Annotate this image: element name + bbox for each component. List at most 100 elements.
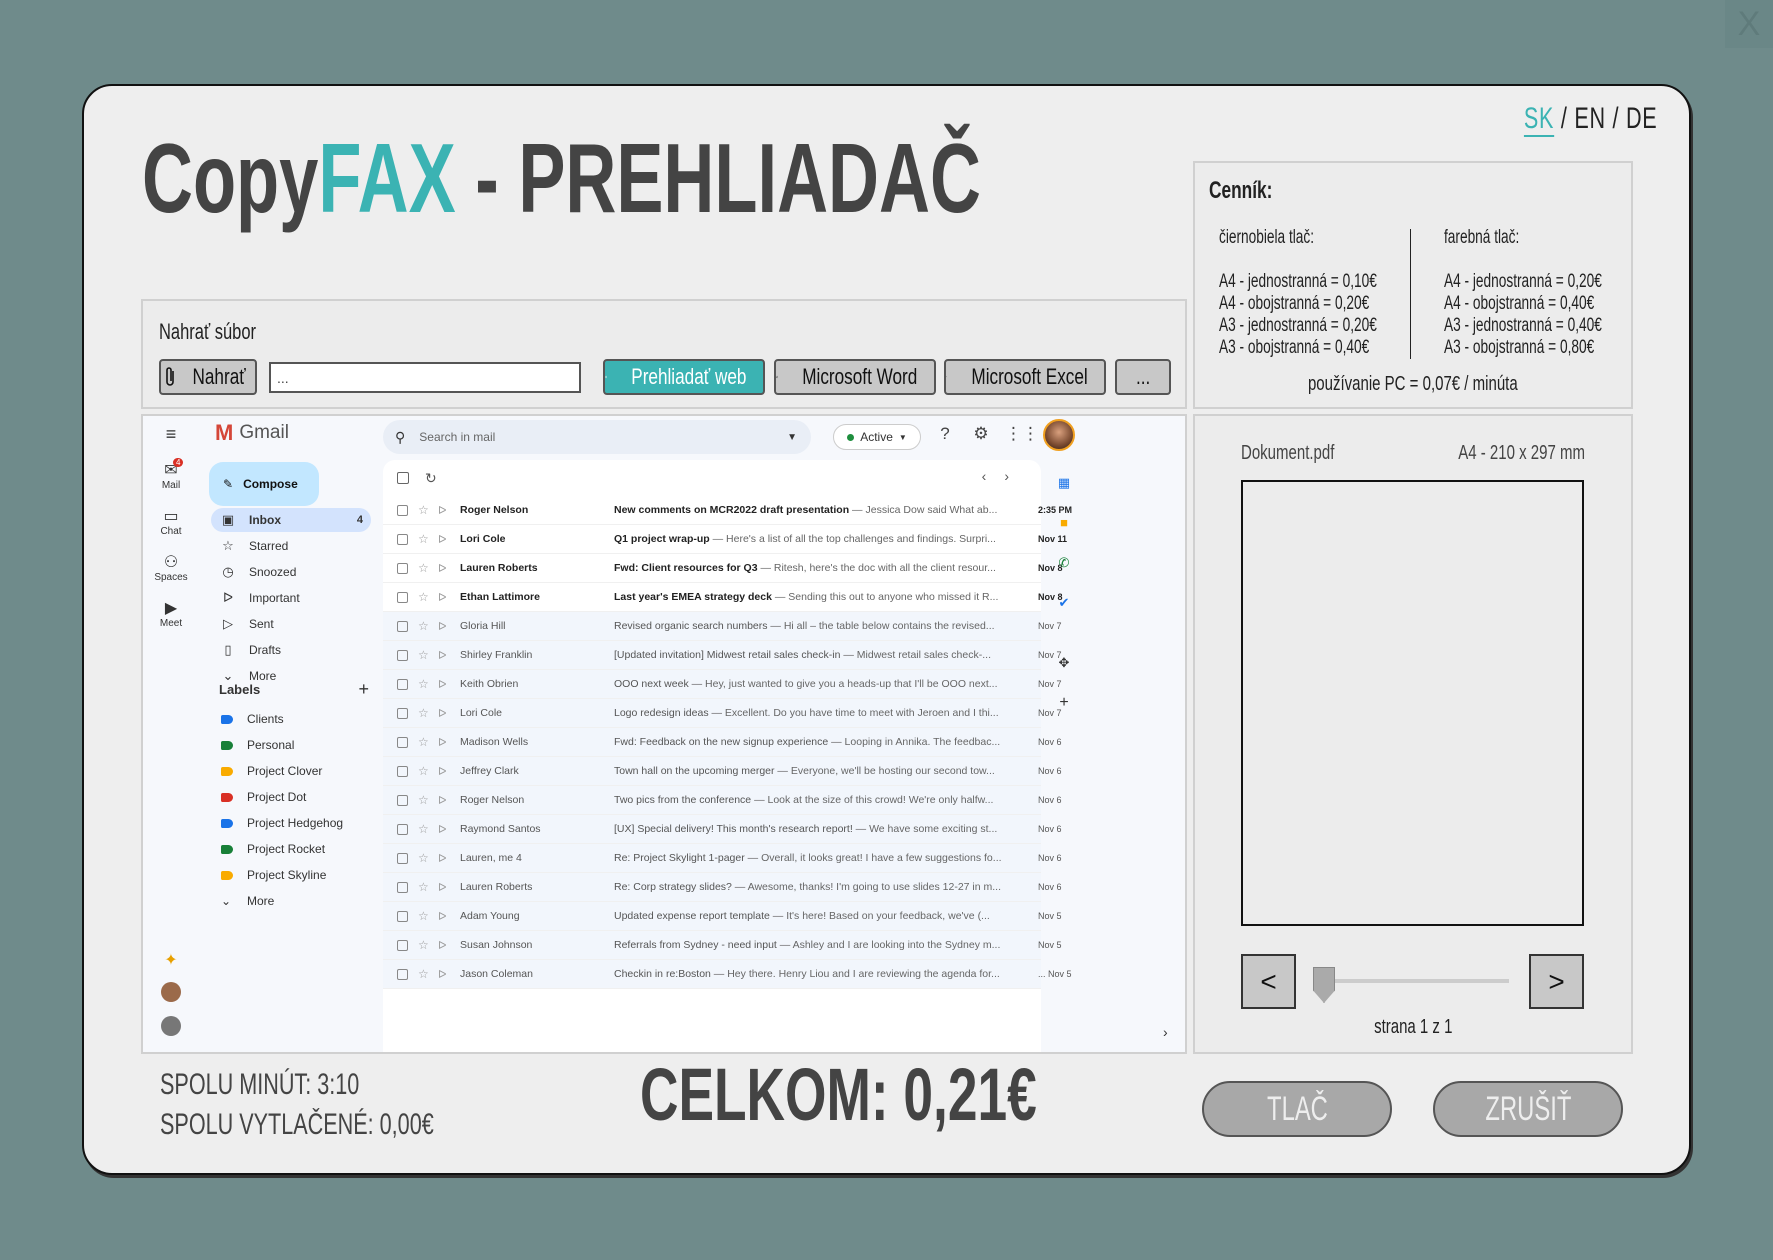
add-label-icon[interactable]: + — [358, 679, 369, 700]
star-icon[interactable]: ☆ — [418, 619, 432, 633]
browse-web-button[interactable]: Prehliadať web — [603, 359, 765, 395]
search-bar[interactable]: ⚲ Search in mail ▼ — [383, 420, 811, 454]
label-item[interactable]: Project Clover — [211, 760, 371, 782]
row-checkbox[interactable] — [397, 736, 408, 748]
email-row[interactable]: ☆ ᐅ Lori Cole Logo redesign ideas — Excelle… — [383, 699, 1062, 728]
select-all-checkbox[interactable] — [397, 472, 409, 484]
star-icon[interactable]: ☆ — [418, 851, 432, 865]
refresh-icon[interactable]: ↻ — [425, 470, 437, 487]
row-checkbox[interactable] — [397, 620, 408, 632]
addons-icon[interactable]: ✥ — [1055, 654, 1073, 672]
important-icon[interactable]: ᐅ — [438, 881, 452, 894]
keep-icon[interactable]: ■ — [1055, 514, 1073, 532]
gear-icon[interactable]: ⚙ — [969, 424, 993, 444]
sidebar-item-inbox[interactable]: ▣ Inbox 4 — [211, 508, 371, 532]
row-checkbox[interactable] — [397, 504, 408, 516]
important-icon[interactable]: ᐅ — [438, 620, 452, 633]
star-icon[interactable]: ☆ — [418, 648, 432, 662]
add-addon-icon[interactable]: + — [1055, 694, 1073, 712]
label-item[interactable]: Project Dot — [211, 786, 371, 808]
important-icon[interactable]: ᐅ — [438, 765, 452, 778]
important-icon[interactable]: ᐅ — [438, 707, 452, 720]
important-icon[interactable]: ᐅ — [438, 823, 452, 836]
hamburger-menu-icon[interactable]: ≡ — [143, 424, 199, 445]
star-icon[interactable]: ☆ — [418, 880, 432, 894]
lang-de[interactable]: DE — [1626, 102, 1657, 135]
important-icon[interactable]: ᐅ — [438, 504, 452, 517]
label-item[interactable]: Project Hedgehog — [211, 812, 371, 834]
row-checkbox[interactable] — [397, 533, 408, 545]
label-item[interactable]: Personal — [211, 734, 371, 756]
word-button[interactable]: W Microsoft Word — [774, 359, 936, 395]
rail-item-2[interactable]: ⚇ Spaces — [143, 554, 199, 583]
search-options-icon[interactable]: ▼ — [787, 432, 797, 443]
row-checkbox[interactable] — [397, 910, 408, 922]
row-checkbox[interactable] — [397, 649, 408, 661]
star-icon[interactable]: ☆ — [418, 590, 432, 604]
cancel-button[interactable]: ZRUŠIŤ — [1433, 1081, 1623, 1137]
email-row[interactable]: ☆ ᐅ Roger Nelson New comments on MCR2022 dr… — [383, 496, 1072, 525]
star-icon[interactable]: ☆ — [418, 909, 432, 923]
important-icon[interactable]: ᐅ — [438, 591, 452, 604]
next-page-button[interactable]: > — [1529, 954, 1584, 1009]
email-row[interactable]: ☆ ᐅ Adam Young Updated expense report templ… — [383, 902, 1062, 931]
star-icon[interactable]: ☆ — [418, 764, 432, 778]
pagination-arrows[interactable]: ‹› — [982, 468, 1027, 484]
row-checkbox[interactable] — [397, 678, 408, 690]
status-selector[interactable]: Active ▼ — [833, 424, 921, 450]
email-row[interactable]: ☆ ᐅ Lauren Roberts Re: Corp strategy slides… — [383, 873, 1062, 902]
important-icon[interactable]: ᐅ — [438, 910, 452, 923]
row-checkbox[interactable] — [397, 881, 408, 893]
row-checkbox[interactable] — [397, 823, 408, 835]
email-row[interactable]: ☆ ᐅ Lori Cole Q1 project wrap-up — Here's a… — [383, 525, 1067, 554]
important-icon[interactable]: ᐅ — [438, 968, 452, 981]
row-checkbox[interactable] — [397, 852, 408, 864]
email-row[interactable]: ☆ ᐅ Roger Nelson Two pics from the conferen… — [383, 786, 1062, 815]
account-avatar[interactable] — [1043, 419, 1075, 451]
star-icon[interactable]: ☆ — [418, 706, 432, 720]
search-input[interactable]: Search in mail — [419, 430, 495, 444]
important-icon[interactable]: ᐅ — [438, 649, 452, 662]
page-slider-track[interactable] — [1313, 979, 1509, 983]
phone-icon[interactable]: ✆ — [1055, 554, 1073, 572]
label-item[interactable]: Project Rocket — [211, 838, 371, 860]
rail-item-0[interactable]: ✉ 4 Mail — [143, 458, 199, 491]
star-icon[interactable]: ☆ — [418, 532, 432, 546]
rail-item-1[interactable]: ▭ Chat — [143, 508, 199, 537]
lang-sk[interactable]: SK — [1523, 102, 1554, 137]
row-checkbox[interactable] — [397, 794, 408, 806]
email-row[interactable]: ☆ ᐅ Gloria Hill Revised organic search numb… — [383, 612, 1062, 641]
contact-avatar[interactable] — [143, 982, 199, 1005]
email-row[interactable]: ☆ ᐅ Shirley Franklin [Updated invitation] M… — [383, 641, 1062, 670]
labels-more[interactable]: ⌄ More — [211, 890, 371, 912]
print-button[interactable]: TLAČ — [1202, 1081, 1392, 1137]
email-row[interactable]: ☆ ᐅ Madison Wells Fwd: Feedback on the new … — [383, 728, 1062, 757]
star-icon[interactable]: ☆ — [418, 822, 432, 836]
important-icon[interactable]: ᐅ — [438, 736, 452, 749]
star-icon[interactable]: ☆ — [418, 793, 432, 807]
important-icon[interactable]: ᐅ — [438, 852, 452, 865]
star-icon[interactable]: ☆ — [418, 967, 432, 981]
workspace-apps-icon[interactable]: ✦ — [143, 950, 199, 970]
star-icon[interactable]: ☆ — [418, 677, 432, 691]
chevron-right-icon[interactable]: › — [1163, 1024, 1168, 1040]
important-icon[interactable]: ᐅ — [438, 533, 452, 546]
row-checkbox[interactable] — [397, 968, 408, 980]
upload-button[interactable]: Nahrať — [159, 359, 257, 395]
important-icon[interactable]: ᐅ — [438, 794, 452, 807]
email-row[interactable]: ☆ ᐅ Susan Johnson Referrals from Sydney - n… — [383, 931, 1062, 960]
apps-grid-icon[interactable]: ⋮⋮ — [1005, 424, 1039, 444]
row-checkbox[interactable] — [397, 591, 408, 603]
sidebar-item-starred[interactable]: ☆ Starred — [211, 534, 371, 558]
excel-button[interactable]: X Microsoft Excel — [944, 359, 1106, 395]
sidebar-item-snoozed[interactable]: ◷ Snoozed — [211, 560, 371, 584]
rail-item-3[interactable]: ▶ Meet — [143, 600, 199, 629]
email-row[interactable]: ☆ ᐅ Keith Obrien OOO next week — Hey, just … — [383, 670, 1062, 699]
row-checkbox[interactable] — [397, 707, 408, 719]
sidebar-item-drafts[interactable]: ▯ Drafts — [211, 638, 371, 662]
page-slider-thumb[interactable] — [1313, 967, 1335, 1003]
email-row[interactable]: ☆ ᐅ Raymond Santos [UX] Special delivery! T… — [383, 815, 1062, 844]
email-row[interactable]: ☆ ᐅ Jason Coleman Checkin in re:Boston — He… — [383, 960, 1072, 989]
close-button[interactable]: X — [1725, 0, 1773, 48]
important-icon[interactable]: ᐅ — [438, 678, 452, 691]
